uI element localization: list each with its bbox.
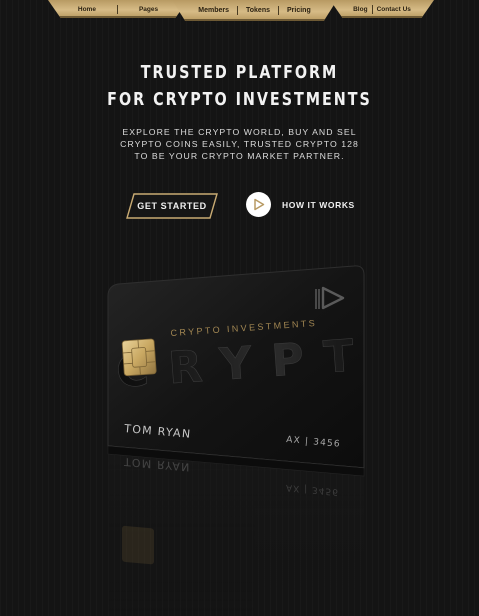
nav-link-pages[interactable]: Pages (130, 6, 167, 13)
headline-line-1: TRUSTED PLATFORM (140, 63, 339, 83)
nav-link-home[interactable]: Home (69, 6, 105, 13)
get-started-label: GET STARTED (137, 201, 207, 211)
hero-subtext: EXPLORE THE CRYPTO WORLD, BUY AND SEL CR… (120, 127, 359, 161)
how-it-works-button[interactable]: HOW IT WORKS (246, 192, 355, 217)
nav-group-primary: Home Pages (48, 0, 188, 18)
get-started-button[interactable]: GET STARTED (126, 193, 218, 219)
nav-link-tokens[interactable]: Tokens (238, 7, 278, 14)
chip-icon (121, 338, 157, 377)
nav-link-pricing[interactable]: Pricing (279, 7, 319, 14)
headline-line-2: FOR CRYPTO INVESTMENTS (107, 90, 372, 110)
nav-divider (116, 4, 118, 14)
nav-link-blog[interactable]: Blog (349, 6, 371, 13)
card-illustration: TOM RYAN AX | 3456 CRYPTO INVESTMENTS CR… (0, 250, 479, 612)
nav-group-secondary: Blog Contact Us (330, 0, 434, 18)
play-icon (246, 192, 271, 217)
hero-headline: TRUSTED PLATFORM FOR CRYPTO INVESTMENTS (43, 60, 436, 114)
nav-link-members[interactable]: Members (190, 7, 237, 14)
how-it-works-label: HOW IT WORKS (282, 199, 355, 210)
nav-link-contact[interactable]: Contact Us (373, 6, 415, 13)
nav-group-center: Members Tokens Pricing (172, 0, 337, 21)
